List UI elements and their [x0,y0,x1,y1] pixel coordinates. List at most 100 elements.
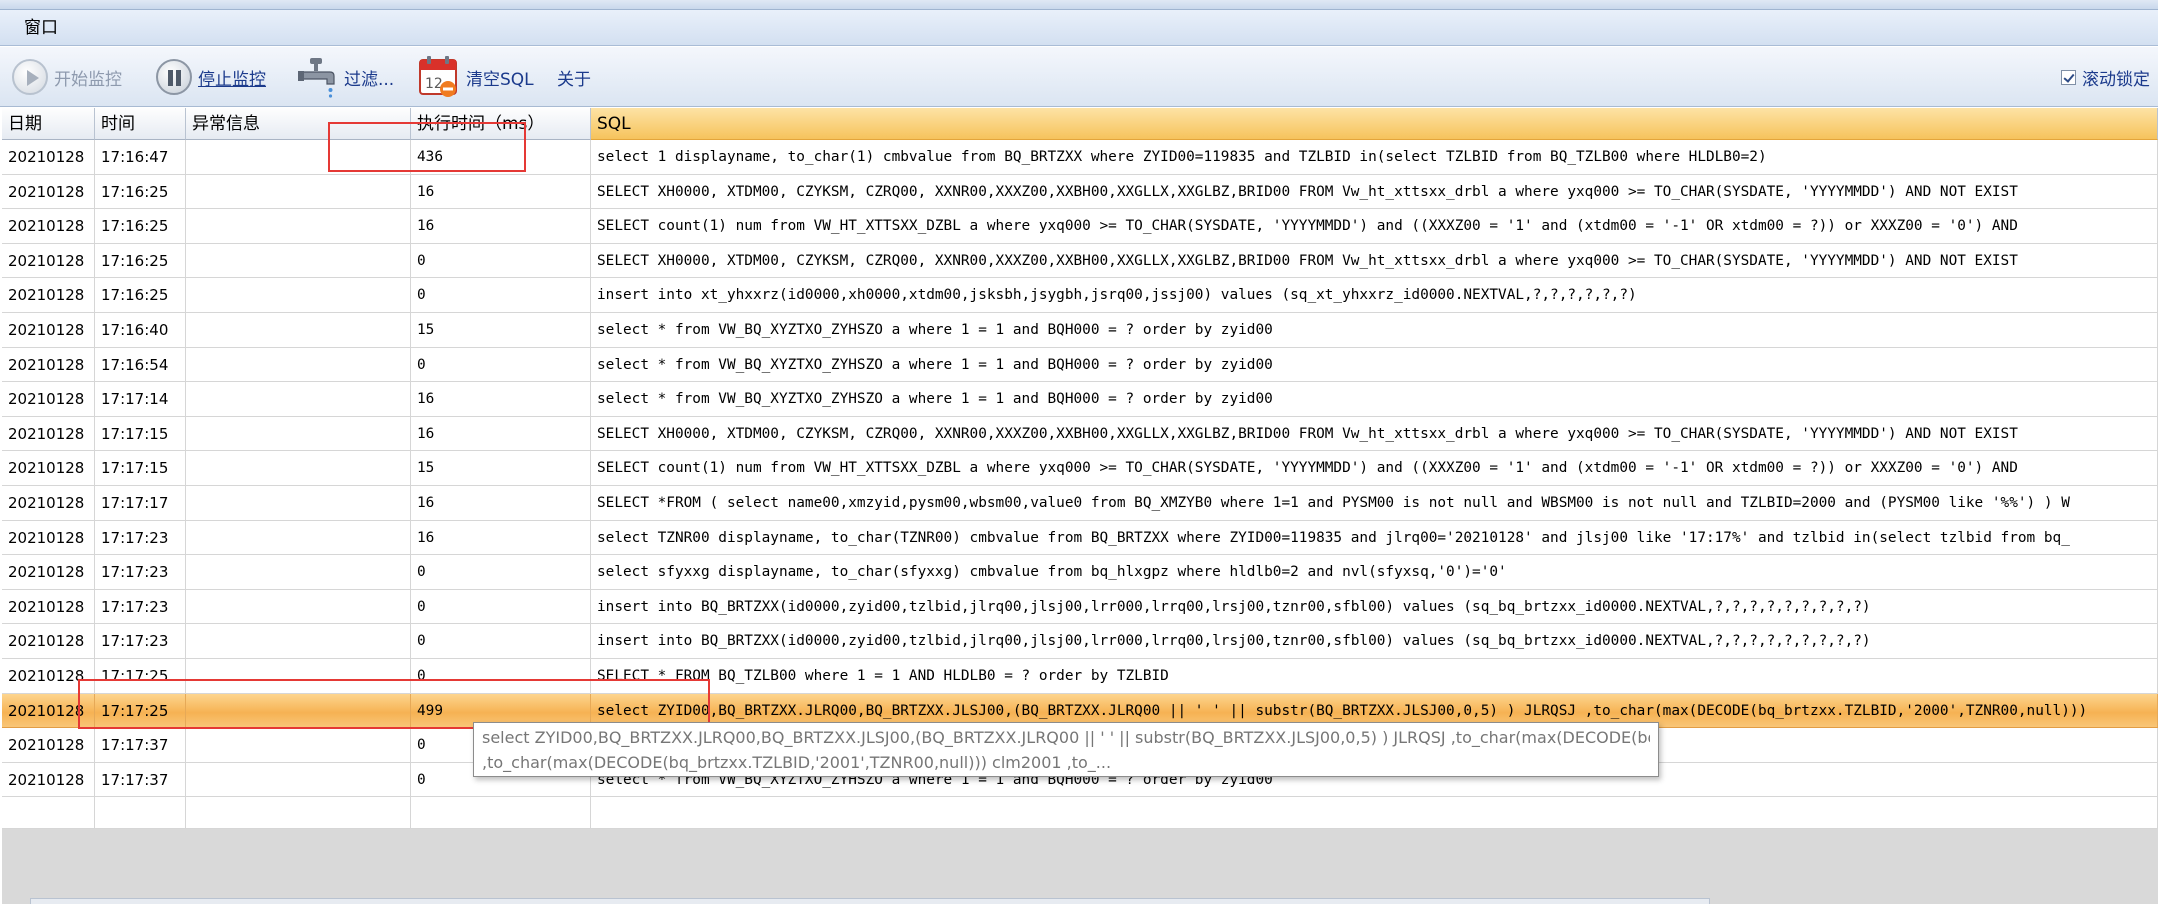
column-header-duration[interactable]: 执行时间（ms） [411,108,591,140]
column-header-exception[interactable]: 异常信息 [186,108,411,140]
about-button[interactable]: 关于 [557,47,591,107]
cell-date: 20210128 [2,312,95,348]
cell-time: 17:16:25 [95,209,186,244]
cell-exception [186,140,411,175]
cell-time: 17:17:25 [95,693,186,729]
pause-icon [156,59,192,95]
cell-time: 17:17:17 [95,485,186,521]
stop-monitor-button[interactable]: 停止监控 [156,47,266,107]
cell-exception [186,174,411,210]
table-row[interactable]: 20210128 17:17:23 0 select sfyxxg displayna… [2,555,2158,590]
cell-duration: 0 [411,347,591,383]
cell-duration: 0 [411,589,591,625]
cell-duration: 16 [411,174,591,210]
start-monitor-label: 开始监控 [54,69,122,90]
tooltip-line-2: ,to_char(max(DECODE(bq_brtzxx.TZLBID,'20… [482,753,1112,772]
cell-exception [186,520,411,556]
cell-exception [186,451,411,486]
cell-date: 20210128 [2,485,95,521]
cell-date: 20210128 [2,451,95,486]
cell-exception [186,278,411,313]
start-monitor-button[interactable]: 开始监控 [12,47,122,107]
cell-exception [186,347,411,383]
sql-tooltip: select ZYID00,BQ_BRTZXX.JLRQ00,BQ_BRTZXX… [473,722,1659,777]
table-row[interactable]: 20210128 17:16:25 16 SELECT count(1) num f… [2,209,2158,244]
cell-duration: 16 [411,209,591,244]
table-row[interactable]: 20210128 17:17:14 16 select * from VW_BQ_XY… [2,382,2158,417]
window-top-strip [0,0,2158,10]
menu-bar: 窗口 [0,10,2158,46]
cell-exception [186,728,411,763]
checkbox-checked-icon[interactable] [2061,69,2076,85]
cell-time: 17:17:37 [95,728,186,763]
cell-empty [411,797,591,830]
stop-monitor-label: 停止监控 [198,69,266,90]
cell-time: 17:17:15 [95,451,186,486]
cell-date: 20210128 [2,243,95,279]
filter-label: 过滤... [344,69,395,90]
cell-duration: 436 [411,140,591,175]
table-row[interactable]: 20210128 17:17:15 15 SELECT count(1) num f… [2,451,2158,486]
cell-sql: SELECT XH0000, XTDM00, CZYKSM, CZRQ00, X… [591,416,2158,452]
table-row[interactable]: 20210128 17:16:54 0 select * from VW_BQ_XYZ… [2,347,2158,383]
calendar-clear-icon: 12 [419,56,457,97]
cell-time: 17:16:54 [95,347,186,383]
table-row[interactable]: 20210128 17:16:47 436 select 1 displayname,… [2,140,2158,175]
cell-duration: 0 [411,658,591,694]
cell-date: 20210128 [2,278,95,313]
sql-log-grid: 日期 时间 异常信息 执行时间（ms） SQL 20210128 17:16:47… [2,108,2158,904]
cell-time: 17:16:25 [95,174,186,210]
column-header-date[interactable]: 日期 [2,108,95,140]
cell-date: 20210128 [2,382,95,417]
cell-sql: insert into BQ_BRTZXX(id0000,zyid00,tzlb… [591,589,2158,625]
cell-empty [2,797,95,830]
cell-exception [186,416,411,452]
autoscroll-lock-toggle[interactable]: 滚动锁定 [2061,47,2150,107]
cell-sql: SELECT count(1) num from VW_HT_XTTSXX_DZ… [591,209,2158,244]
about-label: 关于 [557,69,591,90]
table-row[interactable]: 20210128 17:17:23 16 select TZNR00 displayn… [2,520,2158,556]
cell-sql: insert into BQ_BRTZXX(id0000,zyid00,tzlb… [591,624,2158,659]
table-row[interactable]: 20210128 17:16:25 16 SELECT XH0000, XTDM00… [2,174,2158,210]
table-row[interactable]: 20210128 17:16:25 0 SELECT XH0000, XTDM00,… [2,243,2158,279]
clear-sql-button[interactable]: 12 清空SQL [416,47,534,107]
table-row[interactable]: 20210128 17:17:23 0 insert into BQ_BRTZXX(i… [2,589,2158,625]
cell-exception [186,243,411,279]
cell-empty [186,797,411,830]
column-header-time[interactable]: 时间 [95,108,186,140]
cell-duration: 0 [411,555,591,590]
cell-date: 20210128 [2,624,95,659]
menu-window[interactable]: 窗口 [20,16,62,40]
table-row[interactable]: 20210128 17:16:40 15 select * from VW_BQ_XY… [2,312,2158,348]
cell-exception [186,762,411,798]
cell-sql: select sfyxxg displayname, to_char(sfyxx… [591,555,2158,590]
cell-time: 17:17:23 [95,520,186,556]
cell-date: 20210128 [2,416,95,452]
cell-exception [186,312,411,348]
cell-sql: select * from VW_BQ_XYZTXO_ZYHSZO a wher… [591,382,2158,417]
cell-duration: 16 [411,416,591,452]
clear-sql-label: 清空SQL [466,69,534,90]
cell-date: 20210128 [2,520,95,556]
cell-duration: 16 [411,382,591,417]
column-header-sql[interactable]: SQL [591,108,2158,140]
cell-sql: select * from VW_BQ_XYZTXO_ZYHSZO a wher… [591,312,2158,348]
grid-header: 日期 时间 异常信息 执行时间（ms） SQL [2,108,2158,140]
cell-duration: 15 [411,312,591,348]
table-row[interactable]: 20210128 17:17:23 0 insert into BQ_BRTZXX(i… [2,624,2158,659]
cell-exception [186,589,411,625]
horizontal-scrollbar[interactable] [30,898,1710,904]
cell-exception [186,693,411,729]
play-icon [12,59,48,95]
cell-empty [95,797,186,830]
cell-time: 17:17:37 [95,762,186,798]
cell-sql: select 1 displayname, to_char(1) cmbvalu… [591,140,2158,175]
filter-button[interactable]: 过滤... [294,47,394,107]
tooltip-line-1: select ZYID00,BQ_BRTZXX.JLRQ00,BQ_BRTZXX… [482,728,1650,747]
table-row[interactable]: 20210128 17:17:17 16 SELECT *FROM ( select … [2,485,2158,521]
cell-duration: 15 [411,451,591,486]
table-row[interactable]: 20210128 17:16:25 0 insert into xt_yhxxrz(i… [2,278,2158,313]
table-row[interactable]: 20210128 17:17:15 16 SELECT XH0000, XTDM00… [2,416,2158,452]
cell-sql: select * from VW_BQ_XYZTXO_ZYHSZO a wher… [591,347,2158,383]
table-row[interactable]: 20210128 17:17:25 0 SELECT * FROM BQ_TZLB00… [2,658,2158,694]
